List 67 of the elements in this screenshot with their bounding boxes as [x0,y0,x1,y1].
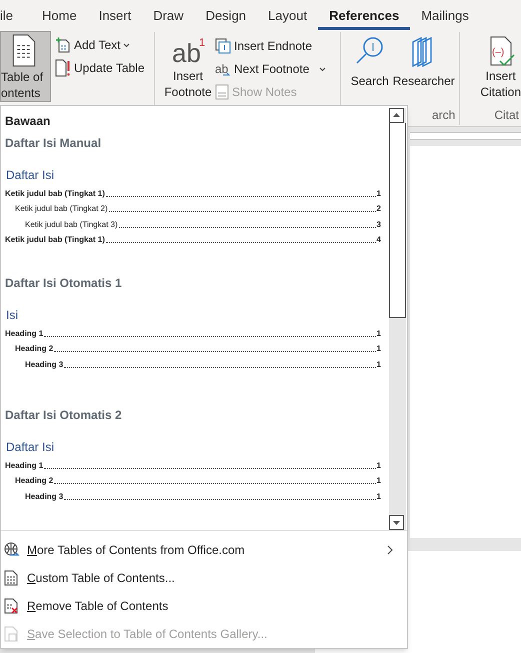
update-table-button[interactable]: Update Table [55,59,144,77]
preview-heading: Daftar Isi [5,167,56,183]
notes-icon [215,84,229,100]
table-of-contents-preview[interactable]: Daftar Isi Ketik judul bab (Tingkat 1) 1 Ketik judul bab (Tingkat 2) 2 Ketik judul bab (Tingkat 3) 3 Ketik judul bab (Tingkat 1) 4 [5,164,381,245]
search-button[interactable]: Search [350,32,389,125]
preview-entry-text: Heading 3 [25,360,64,370]
ribbon-tab[interactable]: Insert [88,2,142,30]
ribbon-tab[interactable]: ile [0,2,32,30]
table-of-contents-preview[interactable]: Isi Heading 1 1 Heading 2 1 Heading 3 1 [5,304,381,370]
endnote-icon [215,38,231,54]
scroll-down-icon [389,515,404,530]
page-number: 2 [376,204,381,214]
ribbon-tab[interactable]: Mailings [410,2,480,30]
preview-entry-text: Heading 2 [15,344,54,354]
page-exclamation-icon [55,59,71,77]
search-icon [354,36,385,66]
page-number: 1 [376,188,381,198]
gallery-item-title: Daftar Isi Otomatis 1 [5,275,123,292]
menu-item[interactable]: Custom Table of Contents... [1,564,407,592]
table-of-contents-button[interactable]: Table of ontents [0,31,51,102]
preview-entry-text: Ketik judul bab (Tingkat 1) [5,188,105,198]
page-number: 1 [376,460,381,470]
chevron-right-icon [387,545,393,555]
menu-item: Save Selection to Table of Contents Gallery... [1,620,407,648]
group-label: Citat [494,107,519,124]
ribbon-tab[interactable]: Layout [257,2,318,30]
table-of-contents-preview[interactable]: Daftar Isi Heading 1 1 Heading 2 1 Heading 3 1 [5,436,381,502]
preview-heading: Daftar Isi [5,439,56,455]
ribbon-tab[interactable]: Draw [142,2,195,30]
page-number: 1 [376,476,381,486]
preview-entry-text: Heading 1 [5,328,44,338]
ribbon-tab[interactable]: Design [194,2,258,30]
document-save-icon [3,626,20,642]
page-number: 1 [376,492,381,502]
page-number: 4 [376,235,381,245]
add-text-button[interactable]: Add Text [55,36,144,54]
group-label: arch [432,107,456,124]
insert-endnote-button[interactable]: Insert Endnote [215,37,326,55]
page-number: 1 [376,328,381,338]
document-remove-icon [3,598,20,614]
preview-entry-text: Heading 1 [5,460,44,470]
scroll-thumb[interactable] [389,123,406,318]
preview-entry-text: Heading 2 [15,476,54,486]
preview-entry-text: Heading 3 [25,492,64,502]
caret-icon [319,66,326,72]
scroll-up-icon [389,108,404,123]
page-number: 1 [376,360,381,370]
globe-icon [3,542,20,558]
next-footnote-button[interactable]: ab Next Footnote [215,60,310,78]
add-text-icon [55,37,71,53]
caret-icon [123,42,130,48]
preview-entry-text: Ketik judul bab (Tingkat 3) [25,220,118,230]
preview-heading: Isi [5,307,19,323]
menu-item[interactable]: Remove Table of Contents [1,592,407,620]
page-number: 1 [376,344,381,354]
preview-entry-text: Ketik judul bab (Tingkat 2) [15,204,108,214]
menu-item[interactable]: More Tables of Contents from Office.com [1,536,407,564]
gallery-item-title: Daftar Isi Otomatis 2 [5,407,123,424]
scrollbar[interactable] [389,108,406,530]
page-number: 3 [376,220,381,230]
document-icon [11,34,37,67]
show-notes-button: Show Notes [215,83,326,101]
gallery-item-title: Daftar Isi Manual [5,135,102,152]
document-icon [3,570,20,586]
gallery-category-label: Bawaan [5,113,52,130]
preview-entry-text: Ketik judul bab (Tingkat 1) [5,235,105,245]
ribbon-tab[interactable]: Home [31,2,88,30]
